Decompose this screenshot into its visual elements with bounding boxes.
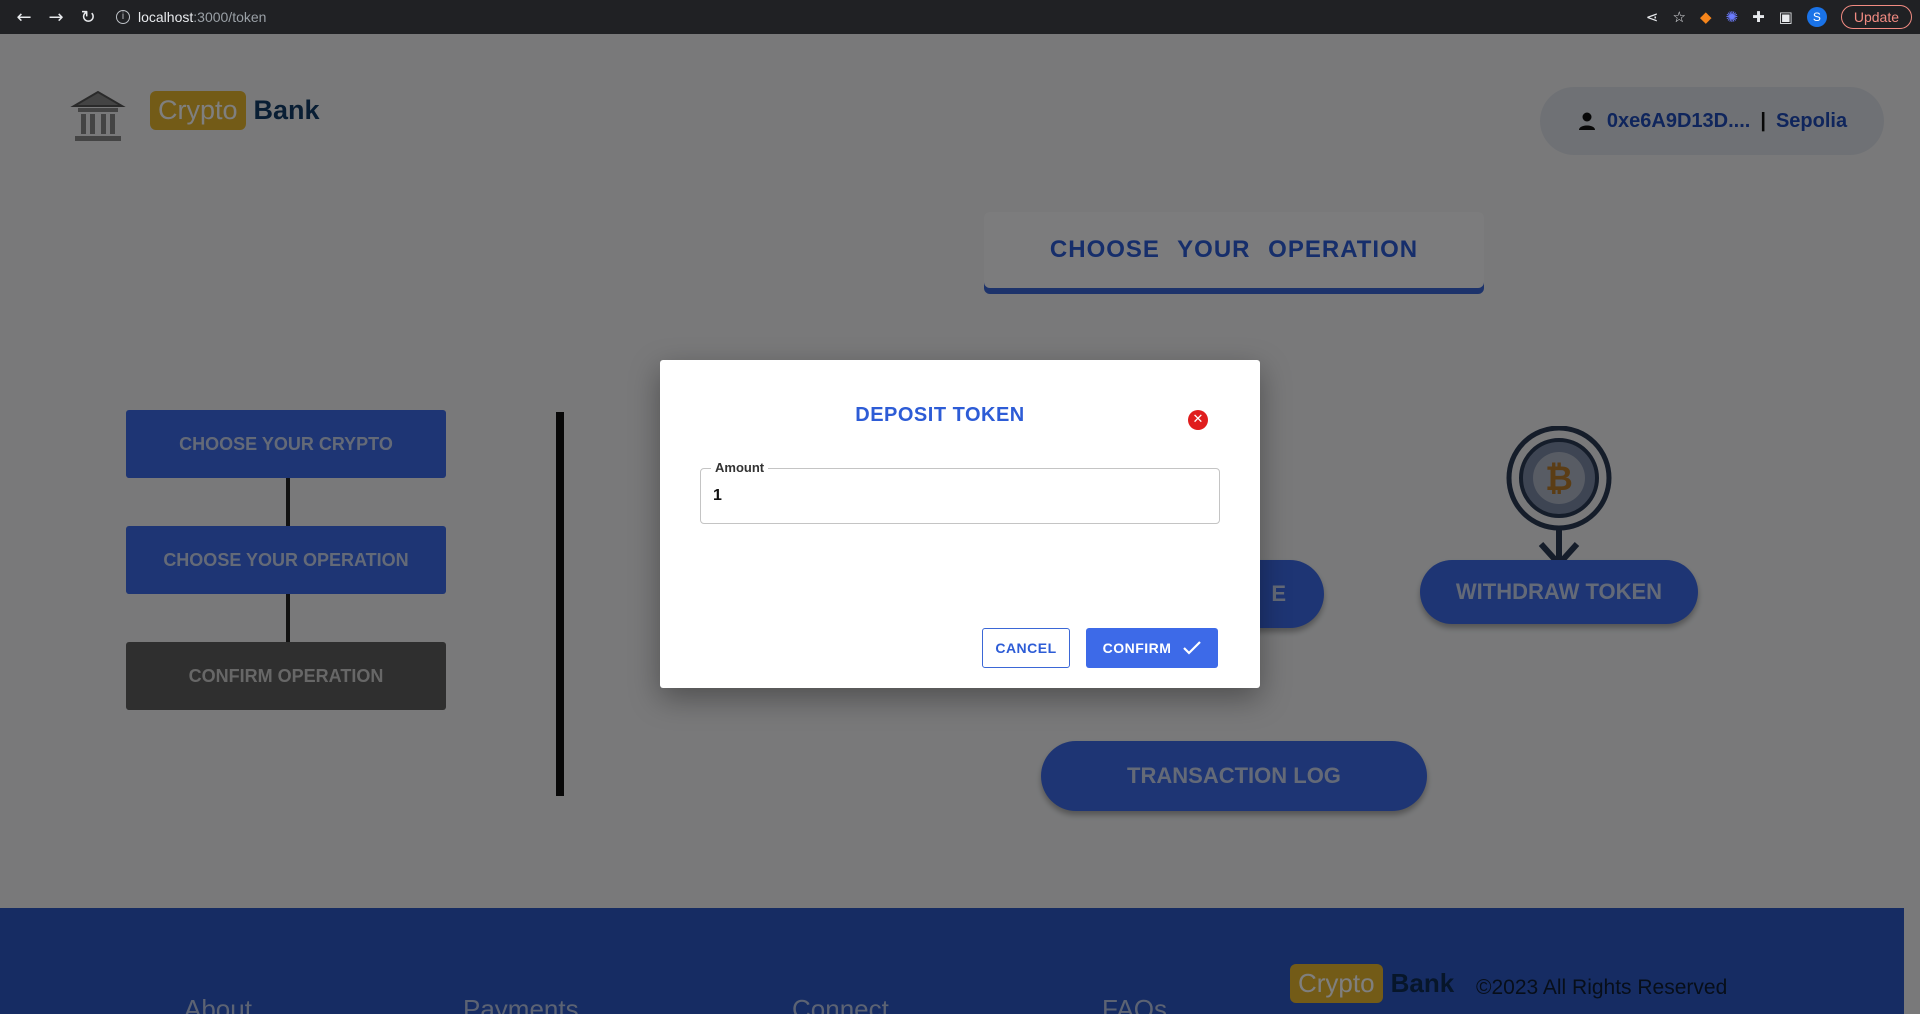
profile-avatar[interactable]: S (1806, 7, 1827, 27)
browser-toolbar: ← → ↻ i localhost:3000/token ⋖ ☆ ◆ ✺ ✚ ▣… (0, 0, 1920, 34)
sidepanel-icon[interactable]: ▣ (1779, 8, 1793, 26)
update-button[interactable]: Update (1840, 5, 1912, 29)
amount-input[interactable] (713, 479, 1203, 513)
url-path: :3000/token (193, 9, 267, 25)
reload-icon[interactable]: ↻ (72, 7, 104, 28)
puzzle-icon[interactable]: ✚ (1752, 8, 1765, 26)
forward-icon[interactable]: → (40, 7, 72, 28)
close-icon[interactable]: ✕ (1188, 410, 1208, 430)
cancel-label: CANCEL (995, 640, 1057, 656)
deposit-token-dialog: DEPOSIT TOKEN ✕ Amount CANCEL CONFIRM (660, 360, 1260, 688)
star-icon[interactable]: ☆ (1673, 8, 1686, 26)
browser-nav: ← → ↻ (8, 7, 104, 28)
dialog-title: DEPOSIT TOKEN (855, 404, 1025, 426)
metamask-extension-icon[interactable]: ◆ (1700, 8, 1712, 26)
browser-actions: ⋖ ☆ ◆ ✺ ✚ ▣ S Update (1646, 0, 1912, 34)
check-icon (1183, 641, 1202, 655)
back-icon[interactable]: ← (8, 7, 40, 28)
share-icon[interactable]: ⋖ (1646, 8, 1659, 26)
confirm-button[interactable]: CONFIRM (1086, 628, 1218, 668)
site-info-icon[interactable]: i (116, 10, 130, 24)
confirm-label: CONFIRM (1102, 640, 1172, 656)
cancel-button[interactable]: CANCEL (982, 628, 1070, 668)
amount-label: Amount (711, 460, 769, 475)
url-host: localhost (138, 9, 194, 25)
amount-field[interactable]: Amount (700, 460, 1220, 524)
address-bar[interactable]: i localhost:3000/token (116, 9, 266, 25)
extension-icon[interactable]: ✺ (1726, 8, 1739, 26)
